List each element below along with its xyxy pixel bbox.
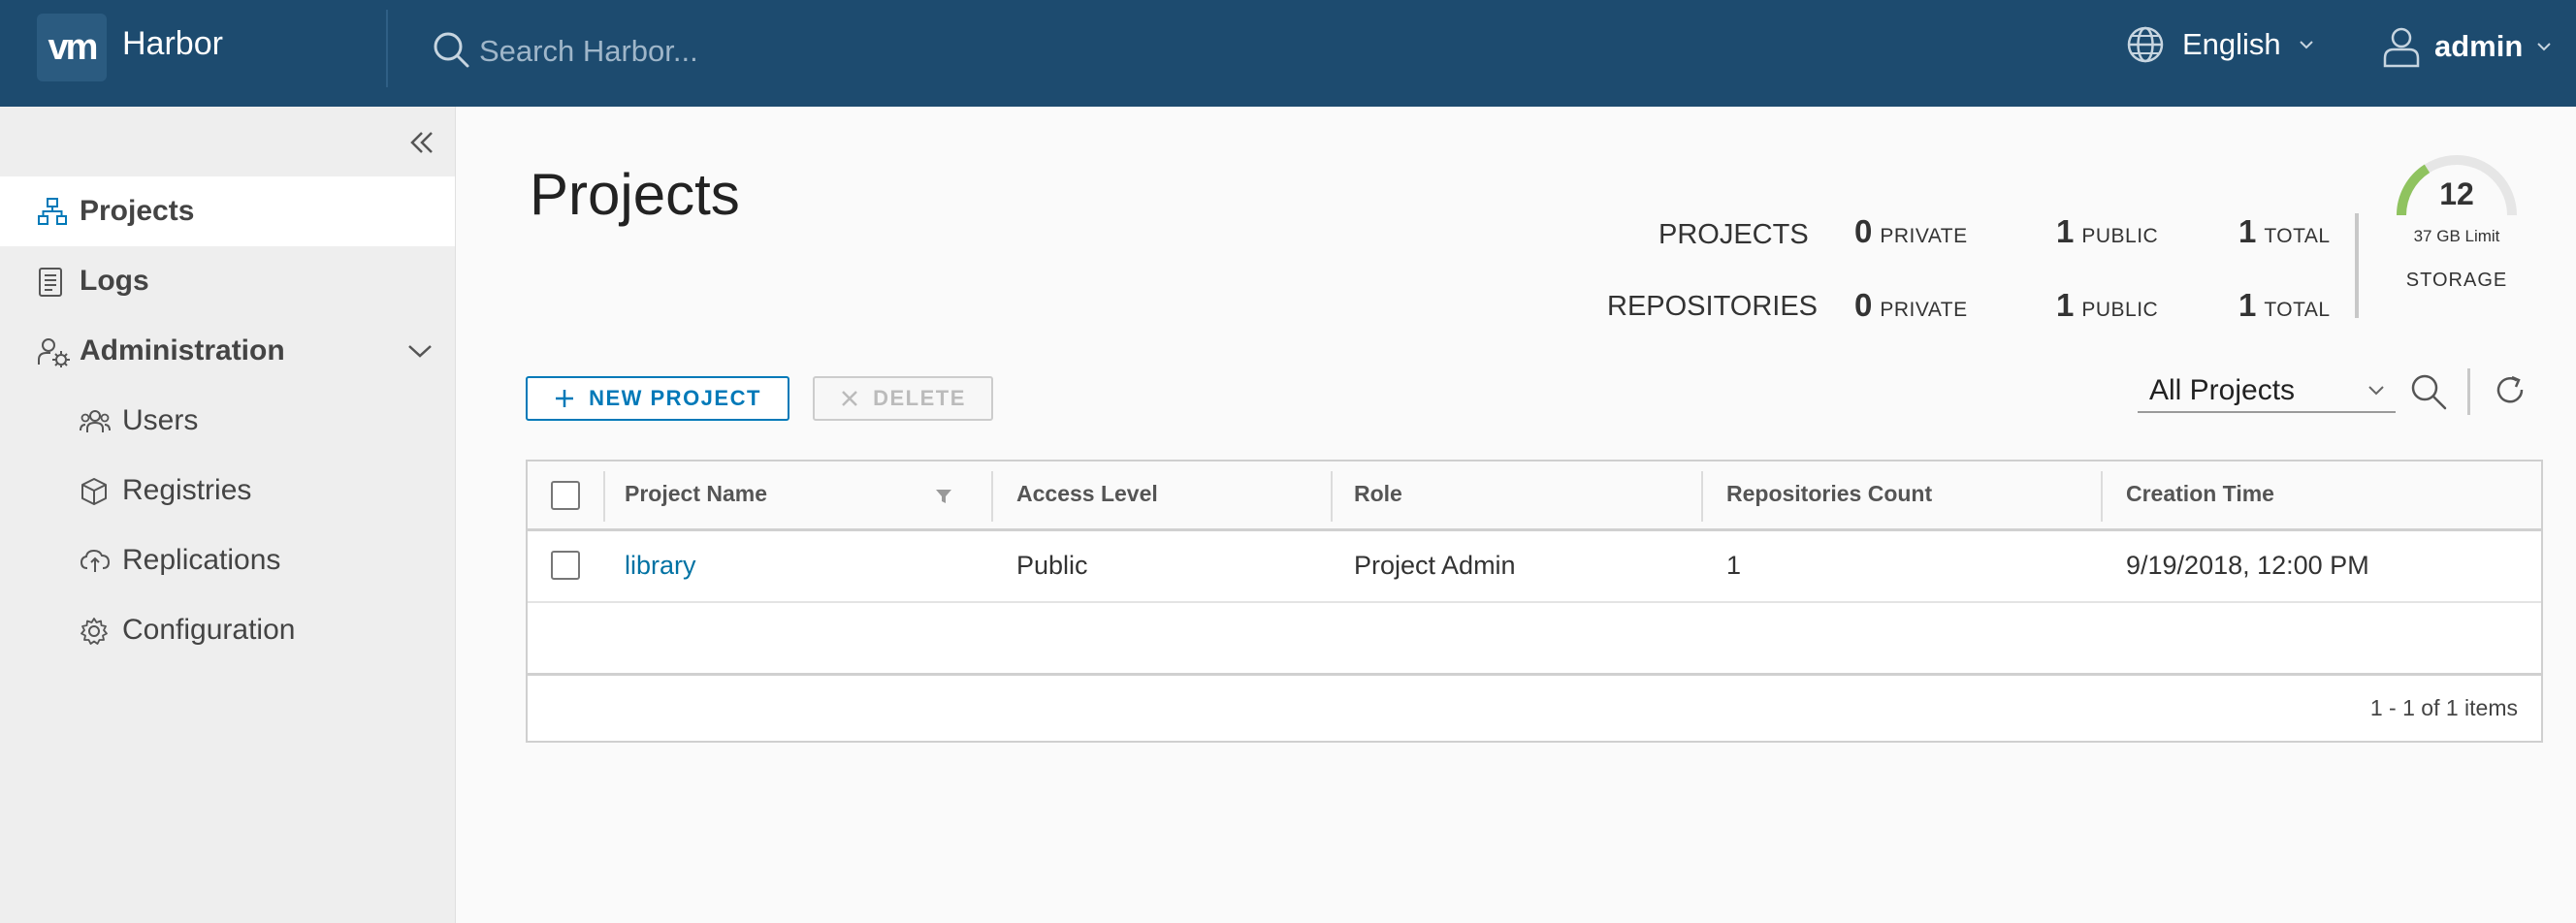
user-menu[interactable]: admin — [2382, 25, 2552, 68]
column-divider — [991, 471, 993, 522]
repositories-public-stat: 1 PUBLIC — [2056, 287, 2158, 324]
repositories-total-stat: 1 TOTAL — [2238, 287, 2331, 324]
close-icon — [840, 389, 859, 408]
column-header-access-level[interactable]: Access Level — [1016, 481, 1158, 507]
column-divider — [1701, 471, 1703, 522]
language-label: English — [2182, 27, 2281, 61]
search-icon — [431, 29, 471, 70]
collapse-sidebar-icon[interactable] — [407, 128, 436, 157]
column-header-creation-time[interactable]: Creation Time — [2126, 481, 2274, 507]
plus-icon — [554, 388, 575, 409]
top-header: vm Harbor English ad — [0, 0, 2576, 107]
column-divider — [2101, 471, 2103, 522]
project-filter-select[interactable]: All Projects — [2138, 370, 2396, 413]
stat-label: TOTAL — [2264, 299, 2331, 321]
page-title: Projects — [530, 162, 740, 227]
table-header: Project Name Access Level Role Repositor… — [528, 462, 2541, 531]
stat-label: PRIVATE — [1880, 299, 1968, 321]
registries-icon — [80, 477, 109, 506]
sidebar-item-administration[interactable]: Administration — [0, 316, 455, 386]
stat-value: 1 — [2056, 287, 2075, 323]
gear-icon — [80, 617, 109, 646]
header-divider — [386, 10, 388, 87]
sidebar-item-label: Logs — [80, 265, 149, 297]
language-selector[interactable]: English — [2126, 25, 2314, 64]
stat-value: 1 — [2056, 213, 2075, 249]
storage-label: STORAGE — [2405, 270, 2508, 291]
storage-limit: 37 GB Limit — [2413, 227, 2500, 245]
projects-private-stat: 0 PRIVATE — [1854, 213, 1968, 250]
sidebar-item-projects[interactable]: Projects — [0, 176, 455, 246]
delete-label: DELETE — [873, 386, 966, 410]
chevron-down-icon[interactable] — [405, 341, 435, 361]
new-project-button[interactable]: NEW PROJECT — [526, 376, 789, 421]
sidebar-item-logs[interactable]: Logs — [0, 246, 455, 316]
delete-button[interactable]: DELETE — [813, 376, 993, 421]
sidebar-item-replications[interactable]: Replications — [0, 525, 455, 595]
sidebar-item-configuration[interactable]: Configuration — [0, 595, 455, 665]
column-header-repositories-count[interactable]: Repositories Count — [1726, 481, 1932, 507]
sidebar: Projects Logs Administration Users Regis… — [0, 107, 456, 923]
creation-time-cell: 9/19/2018, 12:00 PM — [2126, 551, 2369, 580]
username: admin — [2434, 29, 2524, 63]
repositories-count-cell: 1 — [1726, 551, 1742, 580]
filter-icon[interactable] — [935, 489, 952, 504]
select-all-checkbox[interactable] — [551, 481, 580, 510]
access-level-cell: Public — [1016, 551, 1088, 580]
sidebar-item-label: Registries — [122, 474, 252, 506]
repositories-private-stat: 0 PRIVATE — [1854, 287, 1968, 324]
column-divider — [603, 471, 605, 522]
column-header-project-name[interactable]: Project Name — [625, 481, 767, 507]
pagination-summary: 1 - 1 of 1 items — [2369, 695, 2518, 720]
column-header-role[interactable]: Role — [1354, 481, 1402, 507]
replications-icon — [80, 547, 111, 574]
toolbar-divider — [2467, 368, 2470, 415]
sidebar-item-label: Replications — [122, 544, 281, 576]
role-cell: Project Admin — [1354, 551, 1516, 580]
refresh-icon[interactable] — [2493, 372, 2528, 407]
administration-icon — [37, 336, 70, 367]
projects-public-stat: 1 PUBLIC — [2056, 213, 2158, 250]
sidebar-item-label: Administration — [80, 334, 285, 366]
sidebar-item-label: Users — [122, 404, 199, 436]
stat-label: PRIVATE — [1880, 225, 1968, 247]
sidebar-item-label: Configuration — [122, 614, 296, 646]
new-project-label: NEW PROJECT — [589, 386, 761, 410]
sidebar-item-users[interactable]: Users — [0, 386, 455, 456]
user-icon — [2382, 25, 2421, 68]
stat-label: TOTAL — [2264, 225, 2331, 247]
projects-icon — [37, 197, 68, 226]
table-row: library Public Project Admin 1 9/19/2018… — [528, 531, 2541, 603]
logs-icon — [37, 267, 64, 298]
stat-label: PUBLIC — [2081, 299, 2159, 321]
row-checkbox[interactable] — [551, 551, 580, 580]
projects-table: Project Name Access Level Role Repositor… — [526, 460, 2543, 743]
sidebar-item-registries[interactable]: Registries — [0, 456, 455, 525]
chevron-down-icon — [2299, 39, 2314, 50]
projects-stat-label: PROJECTS — [1658, 219, 1809, 250]
filter-selected-value: All Projects — [2149, 374, 2296, 406]
logo-text: vm — [48, 26, 99, 68]
users-icon — [80, 407, 111, 434]
stat-value: 0 — [1854, 287, 1873, 323]
column-divider — [1331, 471, 1333, 522]
globe-icon — [2126, 25, 2165, 64]
stat-value: 0 — [1854, 213, 1873, 249]
stats-divider — [2355, 213, 2359, 318]
search-icon[interactable] — [2409, 372, 2448, 411]
app-title[interactable]: Harbor — [122, 25, 223, 63]
stat-value: 1 — [2238, 287, 2257, 323]
storage-value: 12 — [2439, 176, 2474, 211]
table-footer: 1 - 1 of 1 items — [528, 673, 2541, 741]
projects-total-stat: 1 TOTAL — [2238, 213, 2331, 250]
sidebar-item-label: Projects — [80, 195, 195, 227]
search-input[interactable] — [477, 27, 1160, 76]
chevron-down-icon — [2367, 384, 2386, 398]
stat-label: PUBLIC — [2081, 225, 2159, 247]
repositories-stat-label: REPOSITORIES — [1607, 291, 1819, 322]
stat-value: 1 — [2238, 213, 2257, 249]
project-name-link[interactable]: library — [625, 551, 696, 581]
chevron-down-icon — [2536, 41, 2552, 52]
vmware-logo[interactable]: vm — [37, 14, 107, 81]
